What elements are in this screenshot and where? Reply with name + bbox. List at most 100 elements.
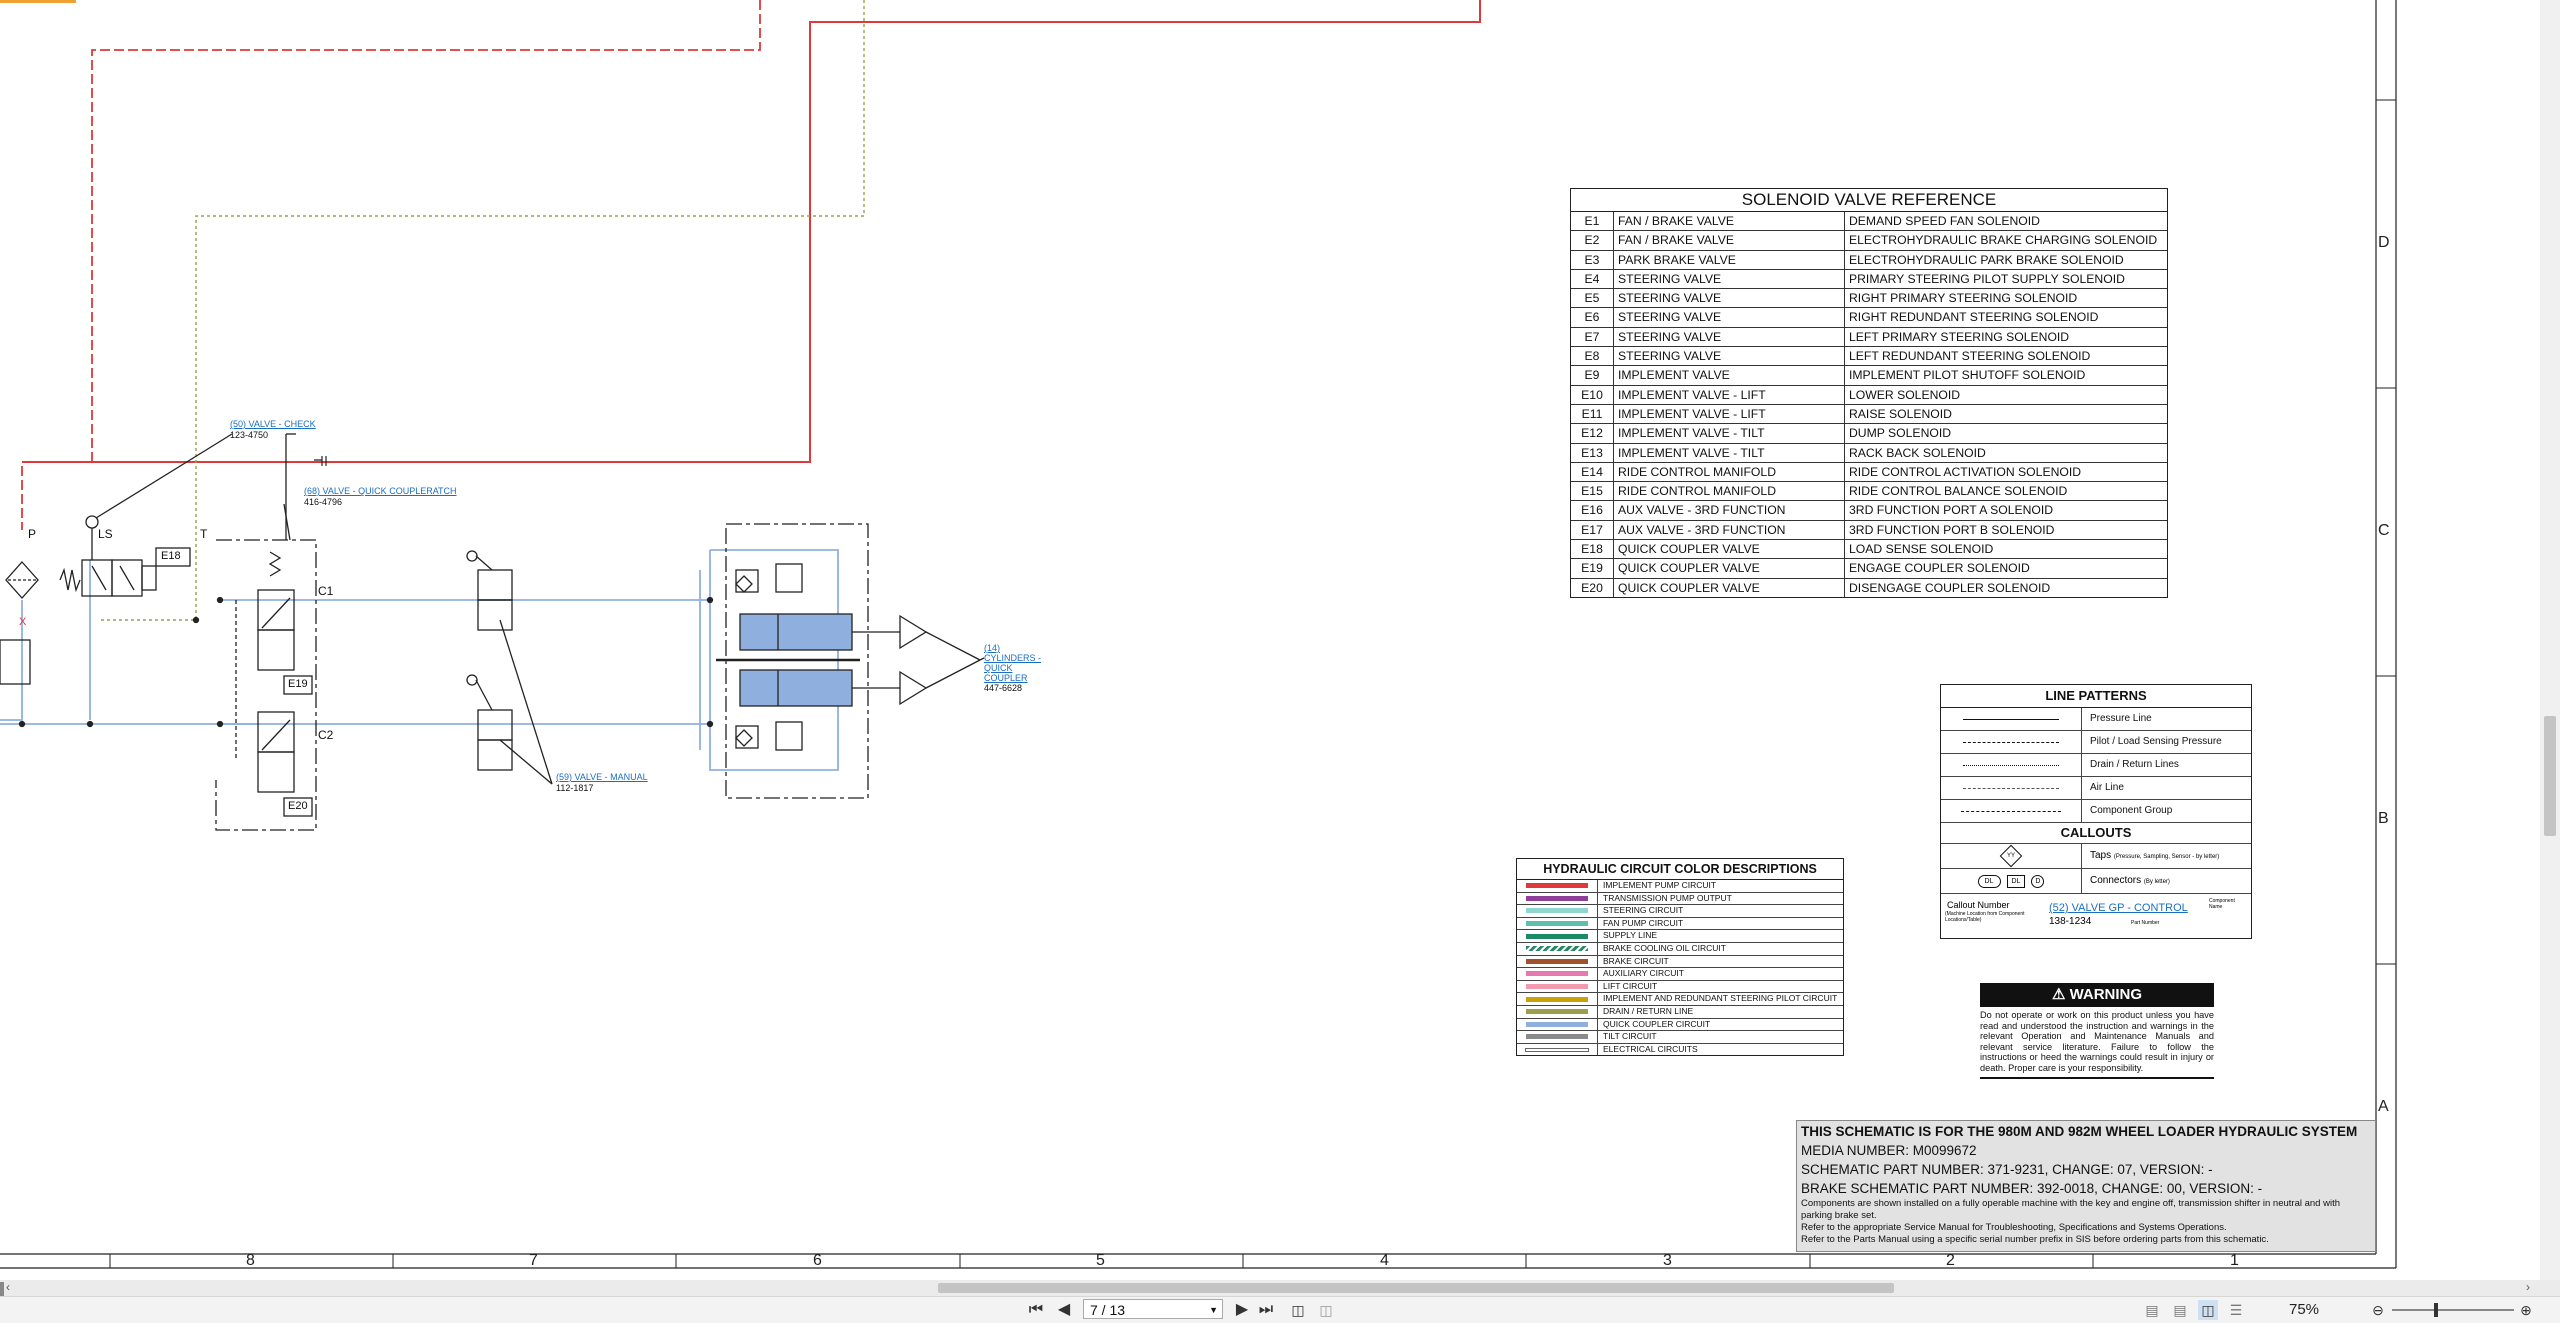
callout-coupler-latch-link[interactable]: (68) VALVE - QUICK COUPLERATCH <box>304 486 457 497</box>
color-row: SUPPLY LINE <box>1517 930 1843 943</box>
next-page-icon[interactable]: ▶ <box>1232 1300 1252 1320</box>
color-swatch-cell <box>1517 942 1598 955</box>
solenoid-id: E6 <box>1571 308 1614 327</box>
color-row: BRAKE COOLING OIL CIRCUIT <box>1517 942 1843 956</box>
callout-cylinders[interactable]: (14) CYLINDERS - QUICK COUPLER 447-6628 <box>984 643 1054 693</box>
book-view-icon[interactable]: ☰ <box>2226 1300 2246 1320</box>
ruler-number: 5 <box>1096 1252 1105 1269</box>
solenoid-row: E7 STEERING VALVE LEFT PRIMARY STEERING SO… <box>1571 327 2167 348</box>
single-page-view-icon[interactable]: ▤ <box>2142 1300 2162 1320</box>
solenoid-id: E12 <box>1571 424 1614 443</box>
solenoid-id: E4 <box>1571 269 1614 289</box>
horizontal-scrollbar[interactable]: ‹ › <box>0 1280 2560 1296</box>
warning-title: WARNING <box>2069 986 2143 1003</box>
color-swatch <box>1525 1047 1589 1052</box>
solenoid-row: E12 IMPLEMENT VALVE - TILT DUMP SOLENOID <box>1571 424 2167 444</box>
insert-page-icon[interactable]: ◫ <box>1288 1300 1308 1320</box>
color-table-body: IMPLEMENT PUMP CIRCUIT TRANSMISSION PUMP … <box>1517 880 1843 1056</box>
zoom-out-icon[interactable]: ⊖ <box>2368 1300 2388 1320</box>
zone-letter: B <box>2378 810 2389 827</box>
top-edge-marker <box>0 0 76 3</box>
color-swatch <box>1526 895 1588 901</box>
solenoid-valve: STEERING VALVE <box>1614 327 1845 347</box>
color-swatch <box>1526 996 1588 1002</box>
title-line-6: Refer to the appropriate Service Manual … <box>1801 1222 2227 1233</box>
solenoid-description: ENGAGE COUPLER SOLENOID <box>1849 561 2030 576</box>
color-swatch-cell <box>1517 968 1598 980</box>
pattern-row: Drain / Return Lines <box>1941 754 2251 777</box>
color-row: AUXILIARY CIRCUIT <box>1517 968 1843 981</box>
delete-page-icon[interactable]: ◫ <box>1316 1300 1336 1320</box>
port-x-label: X <box>19 616 27 628</box>
solenoid-valve: QUICK COUPLER VALVE <box>1614 540 1845 559</box>
solenoid-row: E20 QUICK COUPLER VALVE DISENGAGE COUPLER … <box>1571 578 2167 597</box>
zoom-slider[interactable] <box>2392 1309 2514 1311</box>
color-label: BRAKE CIRCUIT <box>1603 955 1669 966</box>
page-dropdown-icon[interactable]: ▼ <box>1209 1300 1218 1320</box>
solenoid-e18-label: E18 <box>161 550 181 562</box>
page-number-field[interactable]: 7 / 13 ▼ <box>1083 1299 1223 1319</box>
pattern-row: Air Line <box>1941 777 2251 800</box>
continuous-view-icon[interactable]: ▤ <box>2170 1300 2190 1320</box>
color-swatch-cell <box>1517 1018 1598 1031</box>
title-line-1: THIS SCHEMATIC IS FOR THE 980M AND 982M … <box>1801 1124 2358 1139</box>
solenoid-id: E17 <box>1571 520 1614 540</box>
callout-check-valve-link[interactable]: (50) VALVE - CHECK <box>230 419 316 430</box>
last-page-icon[interactable]: ⏭ <box>1256 1300 1276 1320</box>
solenoid-id: E7 <box>1571 327 1614 347</box>
solenoid-id: E16 <box>1571 501 1614 520</box>
solenoid-table-body: E1 FAN / BRAKE VALVE DEMAND SPEED FAN SOLE… <box>1571 212 2167 597</box>
vertical-scroll-thumb[interactable] <box>2544 716 2556 836</box>
callout-coupler-latch[interactable]: (68) VALVE - QUICK COUPLERATCH 416-4796 <box>304 486 457 508</box>
scroll-left-icon[interactable]: ‹ <box>6 1280 10 1294</box>
solenoid-e19-label: E19 <box>288 678 308 690</box>
ruler-number: 6 <box>813 1252 822 1269</box>
callout-manual-valve[interactable]: (59) VALVE - MANUAL 112-1817 <box>556 772 648 794</box>
solenoid-description: RIDE CONTROL ACTIVATION SOLENOID <box>1849 464 2082 479</box>
color-row: IMPLEMENT PUMP CIRCUIT <box>1517 880 1843 893</box>
solenoid-id: E20 <box>1571 578 1614 597</box>
vertical-scrollbar[interactable] <box>2540 0 2560 1280</box>
first-page-icon[interactable]: ⏮ <box>1026 1300 1046 1320</box>
tap-symbol-icon: YY <box>1999 844 2023 868</box>
previous-page-icon[interactable]: ◀ <box>1054 1300 1074 1320</box>
color-swatch <box>1526 946 1588 952</box>
port-c2-label: C2 <box>318 728 334 742</box>
color-swatch <box>1526 883 1588 889</box>
horizontal-scroll-thumb[interactable] <box>938 1283 1894 1293</box>
solenoid-e20-label: E20 <box>288 800 308 812</box>
left-edge-marker <box>0 1282 4 1296</box>
callout-example-link[interactable]: (52) VALVE GP - CONTROL <box>2049 902 2188 914</box>
solenoid-row: E10 IMPLEMENT VALVE - LIFT LOWER SOLENOID <box>1571 385 2167 405</box>
connectors-note: (By letter) <box>2143 879 2170 885</box>
solenoid-valve: FAN / BRAKE VALVE <box>1614 231 1845 250</box>
two-page-view-icon[interactable]: ◫ <box>2198 1300 2218 1320</box>
color-swatch <box>1526 1021 1588 1027</box>
solenoid-id: E11 <box>1571 404 1614 424</box>
solenoid-row: E19 QUICK COUPLER VALVE ENGAGE COUPLER SOL… <box>1571 559 2167 579</box>
color-row: DRAIN / RETURN LINE <box>1517 1005 1843 1019</box>
connector-c-icon: D <box>2031 874 2045 888</box>
warning-triangle-icon: ⚠ <box>2051 986 2066 1003</box>
ruler-number: 1 <box>2230 1252 2239 1269</box>
zone-letter: C <box>2378 522 2390 539</box>
zoom-slider-handle[interactable] <box>2434 1303 2438 1317</box>
connector-a-icon: DL <box>1977 874 2001 888</box>
color-descriptions-table: HYDRAULIC CIRCUIT COLOR DESCRIPTIONS IMP… <box>1516 858 1844 1057</box>
solenoid-description: RAISE SOLENOID <box>1849 406 1952 421</box>
tap-symbol-text: YY <box>2006 852 2016 859</box>
zoom-in-icon[interactable]: ⊕ <box>2516 1300 2536 1320</box>
pattern-label: Air Line <box>2090 782 2124 793</box>
callout-manual-valve-link[interactable]: (59) VALVE - MANUAL <box>556 772 648 783</box>
solenoid-valve: IMPLEMENT VALVE - LIFT <box>1614 404 1845 424</box>
solenoid-id: E8 <box>1571 347 1614 366</box>
solenoid-id: E15 <box>1571 482 1614 501</box>
solenoid-description: DUMP SOLENOID <box>1849 426 1952 441</box>
callout-cylinders-link[interactable]: (14) CYLINDERS - QUICK COUPLER <box>984 643 1054 683</box>
title-line-7: Refer to the Parts Manual using a specif… <box>1801 1234 2269 1245</box>
scroll-right-icon[interactable]: › <box>2526 1280 2530 1294</box>
solenoid-valve: RIDE CONTROL MANIFOLD <box>1614 462 1845 482</box>
color-swatch <box>1526 1034 1588 1040</box>
solenoid-row: E5 STEERING VALVE RIGHT PRIMARY STEERING S… <box>1571 289 2167 309</box>
callout-check-valve[interactable]: (50) VALVE - CHECK 123-4750 <box>230 419 316 441</box>
